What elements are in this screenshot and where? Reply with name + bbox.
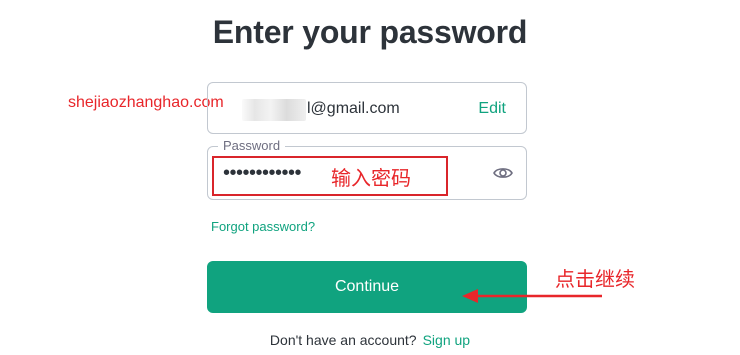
continue-label: Continue (334, 278, 400, 295)
continue-annotation: 点击继续 (555, 269, 635, 291)
edit-email-link[interactable]: Edit (478, 100, 506, 118)
password-annotation: 输入密码 (331, 168, 411, 190)
signup-link[interactable]: Sign up (423, 332, 470, 348)
signup-prompt: Don't have an account? (269, 332, 417, 348)
watermark-text: shejiaozhanghao.com (68, 94, 224, 111)
email-field[interactable]: l@gmail.com Edit (207, 82, 527, 134)
eye-icon[interactable] (492, 163, 514, 183)
password-highlight-box (212, 156, 448, 196)
email-redaction (242, 99, 306, 121)
forgot-password-link[interactable]: Forgot password? (211, 219, 315, 234)
email-value: l@gmail.com (307, 100, 400, 117)
login-page: Enter your password shejiaozhanghao.com … (0, 0, 740, 355)
password-label: Password (218, 138, 286, 153)
signup-row: Don't have an account? Sign up (0, 332, 740, 348)
page-title: Enter your password (212, 14, 528, 50)
